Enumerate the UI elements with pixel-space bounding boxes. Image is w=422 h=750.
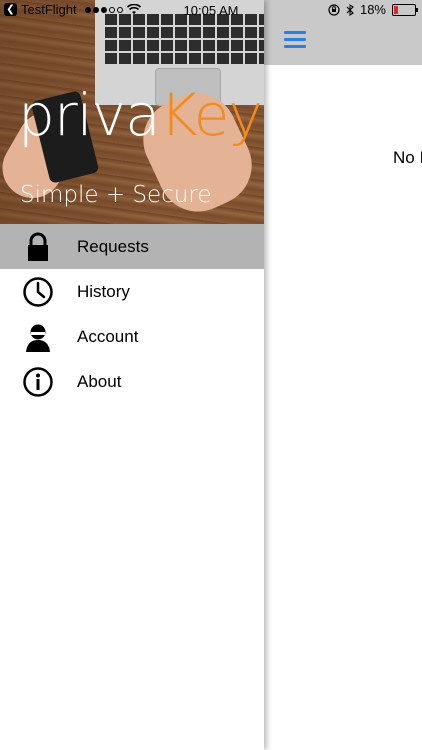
side-drawer: privaKey Simple + Secure Requests Histor…	[0, 0, 264, 750]
logo-text-1: priva	[18, 81, 161, 149]
menu-label-requests: Requests	[77, 236, 149, 256]
hamburger-icon[interactable]	[284, 31, 308, 51]
menu-item-about[interactable]: About	[0, 359, 264, 404]
menu-label-history: History	[77, 281, 130, 301]
status-bar: ❮ TestFlight 10:05 AM 18%	[0, 0, 422, 20]
battery-percent: 18%	[359, 2, 386, 17]
app-logo: privaKey	[18, 86, 263, 144]
clock-icon	[23, 277, 53, 307]
rotation-lock-icon	[328, 3, 340, 16]
back-arrow-icon[interactable]: ❮	[4, 3, 17, 16]
menu-item-account[interactable]: Account	[0, 314, 264, 359]
bluetooth-icon	[346, 3, 354, 16]
wifi-icon	[126, 4, 141, 14]
back-app-label[interactable]: TestFlight	[21, 2, 77, 17]
signal-icon	[84, 6, 123, 13]
status-left: ❮ TestFlight	[4, 2, 141, 17]
tagline: Simple + Secure	[20, 182, 212, 208]
user-icon	[26, 324, 50, 352]
info-icon	[23, 367, 53, 397]
logo-text-2: Key	[159, 81, 263, 149]
menu-item-history[interactable]: History	[0, 269, 264, 314]
drawer-header: privaKey Simple + Secure	[0, 0, 264, 224]
drawer-menu: Requests History Account About	[0, 224, 264, 404]
lock-icon	[28, 232, 48, 261]
menu-item-requests[interactable]: Requests	[0, 224, 264, 269]
empty-state-text: No I	[393, 148, 422, 167]
battery-icon	[392, 3, 418, 16]
status-right: 18%	[328, 2, 418, 17]
menu-label-about: About	[77, 371, 122, 391]
main-content: No I	[264, 0, 422, 750]
menu-label-account: Account	[77, 326, 139, 346]
